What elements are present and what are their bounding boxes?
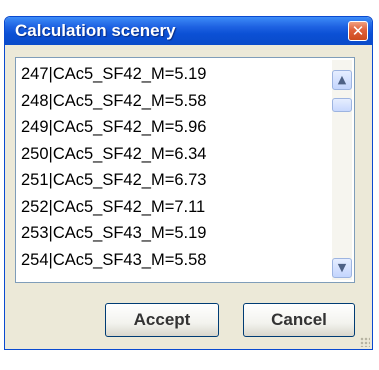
cancel-button[interactable]: Cancel — [243, 303, 355, 337]
title-bar[interactable]: Calculation scenery ✕ — [5, 17, 372, 45]
calculation-scenery-dialog: Calculation scenery ✕ 247|CAc5_SF42_M=5.… — [4, 16, 373, 350]
accept-button[interactable]: Accept — [105, 303, 219, 337]
scenery-list: 247|CAc5_SF42_M=5.19 248|CAc5_SF42_M=5.5… — [18, 61, 332, 273]
resize-grip-icon[interactable] — [360, 337, 370, 347]
close-icon[interactable]: ✕ — [348, 21, 368, 41]
scrollbar-thumb[interactable] — [332, 98, 352, 112]
list-item[interactable]: 251|CAc5_SF42_M=6.73 — [18, 167, 332, 194]
scroll-down-icon[interactable]: ▼ — [332, 258, 352, 278]
scroll-up-icon[interactable]: ▲ — [332, 70, 352, 90]
list-item[interactable]: 247|CAc5_SF42_M=5.19 — [18, 61, 332, 88]
list-item[interactable]: 248|CAc5_SF42_M=5.58 — [18, 88, 332, 115]
list-item[interactable]: 253|CAc5_SF43_M=5.19 — [18, 220, 332, 247]
list-item[interactable]: 250|CAc5_SF42_M=6.34 — [18, 141, 332, 168]
list-item[interactable]: 254|CAc5_SF43_M=5.58 — [18, 247, 332, 274]
list-item[interactable]: 252|CAc5_SF42_M=7.11 — [18, 194, 332, 221]
list-item[interactable]: 249|CAc5_SF42_M=5.96 — [18, 114, 332, 141]
scenery-listbox[interactable]: 247|CAc5_SF42_M=5.19 248|CAc5_SF42_M=5.5… — [15, 57, 355, 283]
vertical-scrollbar[interactable]: ▲ ▼ — [332, 60, 352, 280]
window-title: Calculation scenery — [15, 21, 176, 40]
